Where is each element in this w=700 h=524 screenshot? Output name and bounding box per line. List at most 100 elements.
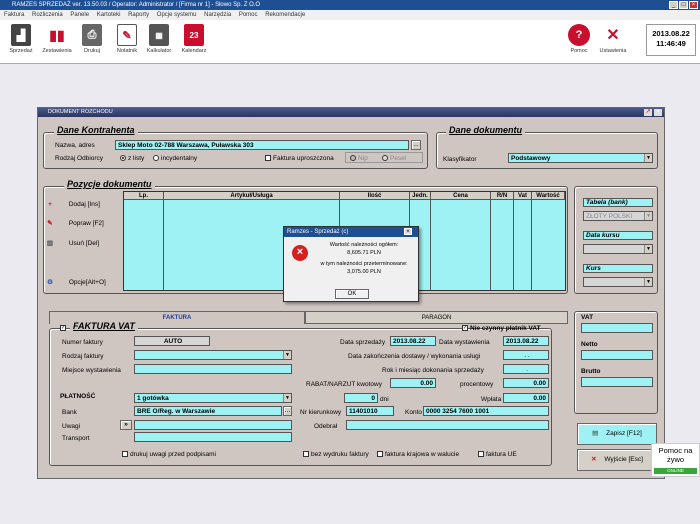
konto-field[interactable]: 0000 3254 7600 1001 bbox=[423, 406, 549, 416]
window-title-bar: DOKUMENT ROZCHODU ↗ × bbox=[38, 108, 664, 117]
nr-kierunkowy-field[interactable]: 11401010 bbox=[346, 406, 394, 416]
tab-paragon[interactable]: PARAGON bbox=[305, 311, 568, 324]
data-sprzedazy-label: Data sprzedaży bbox=[340, 339, 386, 346]
odebral-field[interactable] bbox=[346, 420, 549, 430]
faktura-krajowa-checkbox[interactable] bbox=[377, 451, 383, 457]
bank-label: Bank bbox=[62, 409, 77, 416]
dialog-message: Wartość należności ogółem: 8,605.71 PLN … bbox=[320, 242, 408, 275]
window-pin-icon[interactable]: ↗ bbox=[644, 109, 652, 116]
platnosc-select[interactable]: 1 gotówka ▼ bbox=[134, 393, 292, 403]
col-rn[interactable]: R/N bbox=[491, 192, 514, 200]
kurs-select[interactable]: ▼ bbox=[583, 277, 653, 287]
toolbar-zestawienia-button[interactable]: ▮▮ Zestawienia bbox=[40, 24, 74, 54]
col-cena[interactable]: Cena bbox=[431, 192, 491, 200]
zapisz-button[interactable]: ▤ Zapisz [F12] bbox=[577, 423, 657, 445]
ok-button[interactable]: OK bbox=[335, 289, 369, 299]
rabat-field[interactable]: 0.00 bbox=[390, 378, 436, 388]
menu-panele[interactable]: Panele bbox=[70, 12, 89, 18]
miejsce-field[interactable] bbox=[134, 364, 292, 374]
dni-field[interactable]: 0 bbox=[344, 393, 378, 403]
toolbar-drukuj-button[interactable]: ⎙ Drukuj bbox=[75, 24, 109, 54]
rok-miesiac-field[interactable]: . bbox=[503, 364, 549, 374]
toolbar-ustawienia-button[interactable]: ✕ Ustawienia bbox=[596, 24, 630, 54]
menu-opcje[interactable]: Opcje systemu bbox=[157, 12, 197, 18]
data-sprzedazy-field[interactable]: 2013.08.22 bbox=[390, 336, 436, 346]
faktura-krajowa-label: faktura krajowa w walucie bbox=[385, 451, 460, 458]
plus-icon: + bbox=[48, 201, 52, 208]
uwagi-expand-button[interactable]: » bbox=[120, 420, 132, 430]
faktura-vat-checkbox[interactable]: ✓ bbox=[60, 325, 66, 331]
dodaj-button[interactable]: + Dodaj [Ins] bbox=[45, 198, 115, 212]
transport-field[interactable] bbox=[134, 432, 292, 442]
data-zakonczenia-field[interactable]: . . bbox=[503, 350, 549, 360]
col-wartosc[interactable]: Wartość bbox=[532, 192, 565, 200]
col-jedn[interactable]: Jedn. bbox=[410, 192, 431, 200]
minimize-icon[interactable]: _ bbox=[669, 1, 678, 9]
data-kursu-select[interactable]: ▼ bbox=[583, 244, 653, 254]
uwagi-field[interactable] bbox=[134, 420, 292, 430]
bank-field[interactable]: BRE O/Reg. w Warszawie bbox=[134, 406, 282, 416]
faktura-uproszczona-checkbox[interactable] bbox=[265, 155, 271, 161]
incydentalny-radio[interactable] bbox=[153, 155, 159, 161]
wyjscie-button[interactable]: ✕ Wyjście [Esc] bbox=[577, 449, 657, 471]
procentowy-field[interactable]: 0.00 bbox=[503, 378, 549, 388]
tabela-select[interactable]: ZŁOTY POLSKI ▼ bbox=[583, 211, 653, 221]
bar-chart-icon: ▮▮ bbox=[47, 24, 67, 46]
toolbar-notatnik-button[interactable]: ✎ Notatnik bbox=[110, 24, 144, 54]
col-lp[interactable]: Lp. bbox=[124, 192, 164, 200]
dialog-close-icon[interactable]: × bbox=[404, 228, 412, 235]
menu-kartoteki[interactable]: Kartoteki bbox=[97, 12, 121, 18]
drukuj-uwagi-checkbox[interactable] bbox=[122, 451, 128, 457]
faktura-ue-checkbox[interactable] bbox=[478, 451, 484, 457]
col-artykul[interactable]: Artykuł/Usługa bbox=[164, 192, 340, 200]
live-help-widget[interactable]: Pomoc na żywo ONLINE bbox=[651, 443, 700, 477]
chevron-down-icon: ▼ bbox=[644, 154, 652, 162]
nazwa-lookup-button[interactable]: ... bbox=[411, 140, 421, 150]
faktura-uproszczona-label: Faktura uproszczona bbox=[273, 155, 334, 162]
odebral-label: Odebrał bbox=[314, 423, 338, 430]
usun-button[interactable]: ▥ Usuń [Del] bbox=[45, 237, 115, 251]
col-vat[interactable]: Vat bbox=[514, 192, 532, 200]
col-divider bbox=[491, 200, 514, 290]
menu-rozliczenia[interactable]: Rozliczenia bbox=[32, 12, 63, 18]
col-ilosc[interactable]: Ilość bbox=[340, 192, 410, 200]
czynny-platnik-checkbox[interactable]: ✓ bbox=[462, 325, 468, 331]
czynny-platnik-label: Nie czynny płatnik VAT bbox=[470, 325, 541, 332]
menu-narzedzia[interactable]: Narzędzia bbox=[204, 12, 231, 18]
nip-radio[interactable] bbox=[350, 155, 356, 161]
brutto-label: Brutto bbox=[581, 368, 601, 375]
toolbar-sprzedaz-button[interactable]: ▟ Sprzedaż bbox=[4, 24, 38, 54]
menu-rekomendacje[interactable]: Rekomendacje bbox=[265, 12, 305, 18]
clock-display: 2013.08.22 11:46:49 bbox=[646, 24, 696, 56]
bez-wydruku-checkbox[interactable] bbox=[303, 451, 309, 457]
pesel-radio[interactable] bbox=[382, 155, 388, 161]
tabela-label: Tabela (bank) bbox=[583, 198, 653, 207]
z-listy-radio[interactable] bbox=[120, 155, 126, 161]
procentowy-label: procentowy bbox=[460, 381, 494, 388]
toolbar-kalkulator-button[interactable]: ▦ Kalkulator bbox=[142, 24, 176, 54]
rodzaj-faktury-select[interactable]: ▼ bbox=[134, 350, 292, 360]
faktura-title: FAKTURA VAT bbox=[70, 321, 138, 331]
nazwa-field[interactable]: Sklep Moto 02-788 Warszawa, Puławska 303 bbox=[115, 140, 409, 150]
klasyfikator-select[interactable]: Podstawowy ▼ bbox=[508, 153, 653, 163]
menu-faktura[interactable]: Faktura bbox=[4, 12, 24, 18]
close-icon[interactable]: × bbox=[689, 1, 698, 9]
klasyfikator-label: Klasyfikator bbox=[443, 156, 477, 163]
printer-icon: ⎙ bbox=[82, 24, 102, 46]
toolbar-pomoc-button[interactable]: ? Pomoc bbox=[562, 24, 596, 54]
col-divider bbox=[124, 200, 164, 290]
menu-raporty[interactable]: Raporty bbox=[128, 12, 149, 18]
vat-label: VAT bbox=[581, 314, 594, 321]
opcje-button[interactable]: ⚙ Opcje[Alt+O] bbox=[45, 276, 115, 290]
data-wystawienia-field[interactable]: 2013.08.22 bbox=[503, 336, 549, 346]
window-close-icon[interactable]: × bbox=[654, 109, 662, 116]
kontrahent-title: Dane Kontrahenta bbox=[54, 125, 138, 135]
toolbar-kalendarz-button[interactable]: 23 Kalendarz bbox=[177, 24, 211, 54]
maximize-icon[interactable]: □ bbox=[679, 1, 688, 9]
chevron-down-icon: ▼ bbox=[283, 394, 291, 402]
popraw-button[interactable]: ✎ Popraw [F2] bbox=[45, 217, 115, 231]
wplata-field[interactable]: 0.00 bbox=[503, 393, 549, 403]
menu-pomoc[interactable]: Pomoc bbox=[239, 12, 258, 18]
bank-lookup-button[interactable]: ... bbox=[283, 406, 292, 416]
pozycje-title: Pozycje dokumentu bbox=[64, 179, 155, 189]
